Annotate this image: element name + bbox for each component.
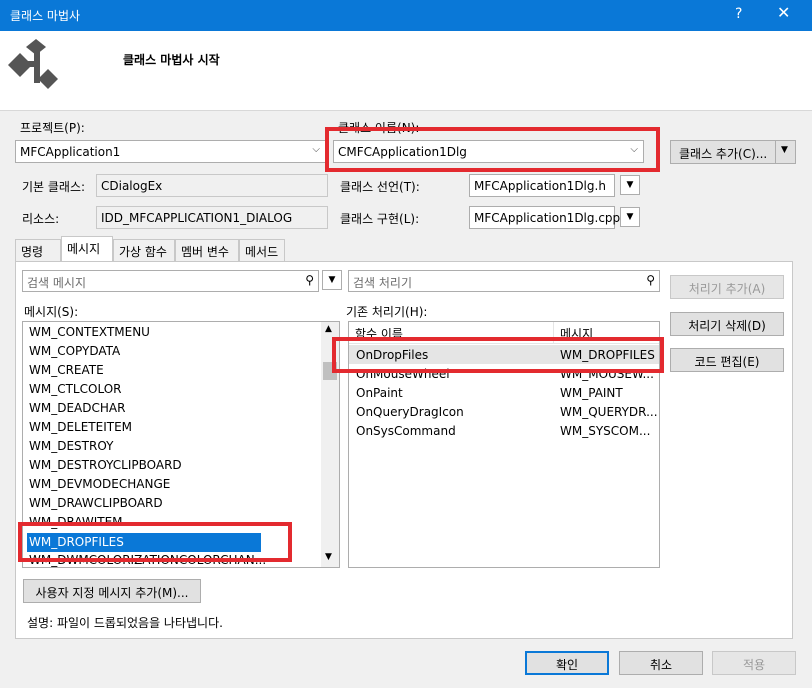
base-class-field: CDialogEx: [96, 174, 328, 197]
class-wizard-logo-icon: [8, 39, 58, 89]
handler-highlight: [332, 337, 664, 373]
scroll-up-icon[interactable]: ▲: [325, 324, 332, 334]
list-item[interactable]: WM_DEADCHAR: [29, 401, 125, 420]
list-item[interactable]: WM_DESTROY: [29, 439, 113, 458]
delete-handler-button[interactable]: 처리기 삭제(D): [670, 312, 784, 336]
project-combo[interactable]: MFCApplication1 ⌵: [15, 140, 326, 163]
class-impl-value: MFCApplication1Dlg.cpp: [474, 211, 621, 225]
tab-virtual-functions[interactable]: 가상 함수: [113, 239, 175, 261]
dropdown-arrow-icon[interactable]: ▼: [781, 145, 788, 155]
list-item[interactable]: WM_COPYDATA: [29, 344, 120, 363]
class-impl-label: 클래스 구현(L):: [340, 212, 420, 226]
table-row[interactable]: OnQueryDragIcon WM_QUERYDR...: [349, 403, 659, 422]
handler-search-input[interactable]: 검색 처리기 ⚲: [348, 270, 660, 292]
class-decl-label: 클래스 선언(T):: [340, 180, 420, 194]
list-item[interactable]: WM_DESTROYCLIPBOARD: [29, 458, 182, 477]
class-impl-dropdown-icon[interactable]: ▼: [620, 207, 640, 227]
add-class-label: 클래스 추가(C)...: [679, 147, 768, 161]
resource-value: IDD_MFCAPPLICATION1_DIALOG: [101, 211, 293, 225]
class-decl-field[interactable]: MFCApplication1Dlg.h: [469, 174, 615, 197]
chevron-down-icon: ⌵: [312, 144, 320, 155]
title-bar: 클래스 마법사 ? ✕: [0, 0, 812, 31]
tab-messages[interactable]: 메시지: [61, 236, 113, 262]
wizard-header: 클래스 마법사 시작: [0, 31, 812, 111]
list-item[interactable]: WM_CTLCOLOR: [29, 382, 121, 401]
tab-methods[interactable]: 메서드: [239, 239, 285, 261]
close-icon[interactable]: ✕: [777, 3, 790, 22]
list-item[interactable]: WM_CREATE: [29, 363, 104, 382]
cancel-button[interactable]: 취소: [619, 651, 703, 675]
list-item[interactable]: WM_DEVMODECHANGE: [29, 477, 170, 496]
description-text: 설명: 파일이 드롭되었음을 나타냅니다.: [27, 616, 223, 630]
table-row[interactable]: OnPaint WM_PAINT: [349, 384, 659, 403]
window-title: 클래스 마법사: [10, 9, 81, 23]
help-icon[interactable]: ?: [735, 6, 742, 22]
search-icon[interactable]: ⚲: [646, 273, 655, 287]
class-impl-field[interactable]: MFCApplication1Dlg.cpp: [469, 206, 620, 229]
class-decl-value: MFCApplication1Dlg.h: [474, 179, 606, 193]
add-class-button[interactable]: 클래스 추가(C)... ▼: [670, 140, 796, 164]
resource-label: 리소스:: [22, 212, 60, 226]
edit-code-button[interactable]: 코드 편집(E): [670, 348, 784, 372]
base-class-value: CDialogEx: [101, 179, 163, 193]
ok-button[interactable]: 확인: [525, 651, 609, 675]
class-decl-dropdown-icon[interactable]: ▼: [620, 175, 640, 195]
message-search-input[interactable]: 검색 메시지 ⚲: [22, 270, 319, 292]
project-label: 프로젝트(P):: [20, 121, 85, 135]
search-icon[interactable]: ⚲: [305, 273, 314, 287]
messages-label: 메시지(S):: [24, 305, 79, 319]
message-filter-dropdown-icon[interactable]: ▼: [322, 270, 342, 290]
list-item[interactable]: WM_CONTEXTMENU: [29, 325, 150, 344]
tab-commands[interactable]: 명령: [15, 239, 61, 261]
scroll-down-icon[interactable]: ▼: [325, 552, 332, 562]
project-value: MFCApplication1: [20, 145, 121, 159]
tab-member-variables[interactable]: 멤버 변수: [175, 239, 239, 261]
add-custom-message-button[interactable]: 사용자 지정 메시지 추가(M)...: [23, 579, 201, 603]
handlers-label: 기존 처리기(H):: [346, 305, 428, 319]
table-row[interactable]: OnSysCommand WM_SYSCOM...: [349, 422, 659, 441]
resource-field: IDD_MFCAPPLICATION1_DIALOG: [96, 206, 328, 229]
add-handler-button[interactable]: 처리기 추가(A): [670, 275, 784, 299]
class-name-highlight: [325, 127, 660, 172]
page-title: 클래스 마법사 시작: [123, 53, 220, 67]
list-item[interactable]: WM_DRAWCLIPBOARD: [29, 496, 163, 515]
base-class-label: 기본 클래스:: [22, 180, 86, 194]
list-item[interactable]: WM_DELETEITEM: [29, 420, 132, 439]
apply-button[interactable]: 적용: [712, 651, 796, 675]
selected-message-highlight: [18, 522, 292, 562]
